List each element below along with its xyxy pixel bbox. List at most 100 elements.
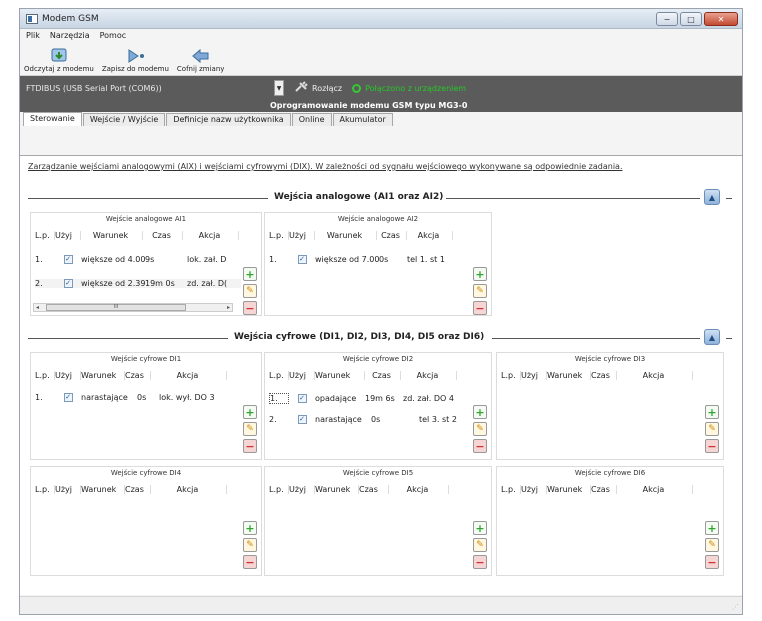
remove-button[interactable]: − (705, 555, 719, 569)
scroll-left-icon[interactable]: ◂ (36, 304, 39, 311)
disconnect-button[interactable]: Rozłącz (294, 81, 342, 95)
edit-button[interactable]: ✎ (243, 284, 257, 298)
close-button[interactable]: ✕ (704, 12, 738, 26)
remove-button[interactable]: − (243, 555, 257, 569)
use-checkbox[interactable]: ✓ (297, 415, 307, 424)
col-uzyj: Użyj (55, 231, 81, 240)
status-text: Połączono z urządzeniem (365, 83, 467, 93)
connection-bar: FTDIBUS (USB Serial Port (COM6)) ▼ Rozłą… (20, 76, 742, 100)
col-czas: Czas (143, 231, 183, 240)
scroll-right-icon[interactable]: ▸ (227, 304, 230, 311)
add-button[interactable]: + (705, 521, 719, 535)
read-from-modem-button[interactable]: Odczytaj z modemu (24, 47, 94, 73)
remove-button[interactable]: − (243, 301, 257, 315)
tab-definicje[interactable]: Definicje nazw użytkownika (166, 113, 291, 126)
horizontal-scrollbar[interactable]: ◂ III ▸ (33, 303, 233, 312)
edit-button[interactable]: ✎ (705, 538, 719, 552)
col-warunek: Warunek (81, 231, 143, 240)
col-akcja: Akcja (183, 231, 239, 240)
undo-arrow-icon (190, 47, 212, 65)
panel-di5-title: Wejście cyfrowe DI5 (342, 469, 414, 477)
chevron-down-icon[interactable]: ▼ (274, 80, 284, 96)
panel-di4-title: Wejście cyfrowe DI4 (110, 469, 182, 477)
panel-ai1-title: Wejście analogowe AI1 (105, 215, 187, 223)
panel-di2-title: Wejście cyfrowe DI2 (342, 355, 414, 363)
ai2-row-actions: + ✎ − (473, 267, 487, 315)
add-button[interactable]: + (473, 267, 487, 281)
undo-button[interactable]: Cofnij zmiany (176, 47, 225, 73)
add-button[interactable]: + (705, 405, 719, 419)
write-to-modem-button[interactable]: Zapisz do modemu (102, 47, 169, 73)
remove-button[interactable]: − (473, 301, 487, 315)
menu-narzedzia[interactable]: Narzędzia (50, 31, 90, 40)
add-button[interactable]: + (243, 405, 257, 419)
menu-bar: Plik Narzędzia Pomoc (20, 29, 742, 42)
add-button[interactable]: + (243, 521, 257, 535)
col-lp: L.p. (35, 231, 55, 240)
panel-di5: Wejście cyfrowe DI5 L.p. Użyj Warunek Cz… (264, 466, 492, 576)
tab-online[interactable]: Online (291, 113, 332, 126)
panel-ai1: Wejście analogowe AI1 L.p. Użyj Warunek … (30, 212, 262, 316)
write-label: Zapisz do modemu (101, 65, 169, 73)
edit-button[interactable]: ✎ (243, 538, 257, 552)
table-row[interactable]: 1. ✓ opadające 19m 6s zd. zał. DO 4 (269, 393, 463, 404)
collapse-analog-button[interactable]: ▲ (704, 189, 720, 205)
panel-ai2: Wejście analogowe AI2 L.p. Użyj Warunek … (264, 212, 492, 316)
remove-button[interactable]: − (473, 555, 487, 569)
table-row[interactable]: 1. ✓ większe od 7.00 0s tel 1. st 1 (269, 255, 457, 264)
use-checkbox[interactable]: ✓ (63, 255, 73, 264)
collapse-digital-button[interactable]: ▲ (704, 329, 720, 345)
panel-di1-title: Wejście cyfrowe DI1 (110, 355, 182, 363)
maximize-button[interactable]: □ (680, 12, 702, 26)
download-icon (49, 47, 69, 65)
toolbar: Odczytaj z modemu Zapisz do modemu Cofni… (20, 42, 742, 76)
remove-button[interactable]: − (705, 439, 719, 453)
ai2-table-header: L.p. Użyj Warunek Czas Akcja (269, 231, 453, 240)
table-row[interactable]: 1. ✓ większe od 4.00 9s lok. zał. D (35, 255, 243, 264)
table-row[interactable]: 2. ✓ narastające 0s tel 3. st 2 (269, 415, 463, 424)
window-title: Modem GSM (42, 13, 99, 24)
table-row[interactable]: 2. ✓ większe od 2.39 19m 0s zd. zał. D( (35, 279, 241, 288)
use-checkbox[interactable]: ✓ (297, 255, 307, 264)
use-checkbox[interactable]: ✓ (63, 393, 73, 402)
tab-wejscie-wyjscie[interactable]: Wejście / Wyjście (82, 113, 166, 126)
panel-di4: Wejście cyfrowe DI4 L.p. Użyj Warunek Cz… (30, 466, 262, 576)
port-value: FTDIBUS (USB Serial Port (COM6)) (26, 83, 162, 93)
menu-pomoc[interactable]: Pomoc (100, 31, 127, 40)
add-button[interactable]: + (243, 267, 257, 281)
digital-section-header: Wejścia cyfrowe (DI1, DI2, DI3, DI4, DI5… (28, 329, 732, 345)
minimize-button[interactable]: − (656, 12, 678, 26)
app-icon (26, 13, 38, 24)
add-button[interactable]: + (473, 405, 487, 419)
table-row[interactable]: 1. ✓ narastające 0s lok. wył. DO 3 (35, 393, 229, 402)
arrow-up-icon: ▲ (708, 192, 716, 202)
panel-di2: Wejście cyfrowe DI2 L.p. Użyj Warunek Cz… (264, 352, 492, 460)
edit-button[interactable]: ✎ (705, 422, 719, 436)
remove-button[interactable]: − (243, 439, 257, 453)
firmware-label: Oprogramowanie modemu GSM typu MG3-0 (20, 100, 742, 112)
tab-bar: Sterowanie Wejście / Wyjście Definicje n… (20, 112, 742, 126)
use-checkbox[interactable]: ✓ (297, 394, 307, 403)
edit-button[interactable]: ✎ (473, 284, 487, 298)
digital-section-title: Wejścia cyfrowe (DI1, DI2, DI3, DI4, DI5… (234, 332, 485, 342)
tab-akumulator[interactable]: Akumulator (332, 113, 393, 126)
remove-button[interactable]: − (473, 439, 487, 453)
undo-label: Cofnij zmiany (176, 65, 225, 73)
panel-di6-title: Wejście cyfrowe DI6 (574, 469, 646, 477)
resize-grip-icon[interactable]: ⋰ (732, 603, 739, 611)
disconnect-label: Rozłącz (312, 83, 343, 93)
edit-button[interactable]: ✎ (473, 538, 487, 552)
add-button[interactable]: + (473, 521, 487, 535)
edit-button[interactable]: ✎ (243, 422, 257, 436)
status-bar: ⋰ (20, 596, 742, 614)
use-checkbox[interactable]: ✓ (63, 279, 73, 288)
description-text: Zarządzanie wejściami analogowymi (AIX) … (28, 162, 623, 171)
arrow-up-icon: ▲ (708, 332, 716, 342)
port-select[interactable]: FTDIBUS (USB Serial Port (COM6)) (26, 80, 272, 96)
ai1-row-actions: + ✎ − (243, 267, 257, 315)
tab-sterowanie[interactable]: Sterowanie (23, 112, 82, 126)
scroll-thumb[interactable]: III (46, 304, 186, 311)
menu-plik[interactable]: Plik (26, 31, 40, 40)
read-label: Odczytaj z modemu (24, 65, 94, 73)
edit-button[interactable]: ✎ (473, 422, 487, 436)
